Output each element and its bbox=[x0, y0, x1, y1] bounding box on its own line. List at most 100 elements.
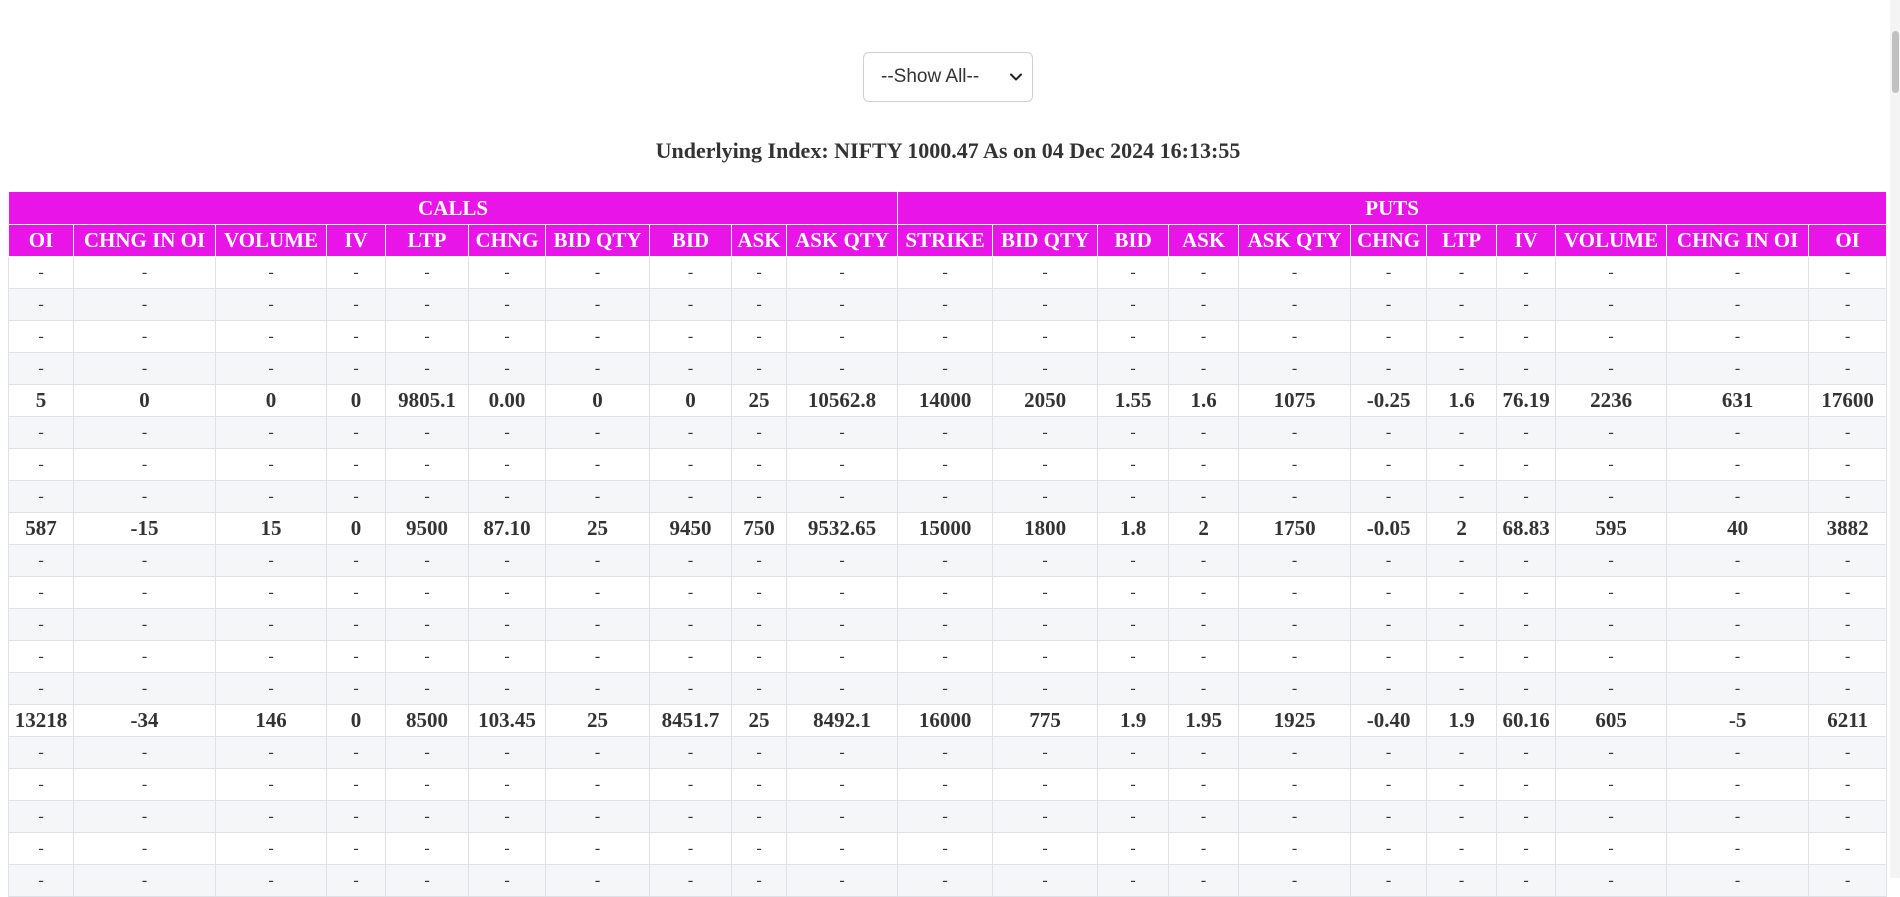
table-cell: - bbox=[1496, 736, 1557, 769]
table-cell: - bbox=[731, 256, 787, 289]
table-cell: - bbox=[1496, 768, 1557, 801]
chevron-down-icon bbox=[1010, 73, 1022, 81]
table-cell: - bbox=[992, 576, 1099, 609]
table-cell: - bbox=[731, 576, 787, 609]
table-cell: - bbox=[785, 864, 899, 897]
table-cell: - bbox=[1350, 800, 1428, 833]
table-cell: - bbox=[326, 832, 386, 865]
table-cell: - bbox=[1808, 736, 1888, 769]
table-cell: - bbox=[731, 544, 787, 577]
table-cell: - bbox=[385, 256, 469, 289]
table-cell: - bbox=[8, 352, 74, 385]
table-cell: - bbox=[73, 288, 216, 321]
table-cell: - bbox=[785, 256, 899, 289]
table-cell: - bbox=[1666, 672, 1810, 705]
table-cell: - bbox=[545, 832, 650, 865]
table-cell: - bbox=[731, 736, 787, 769]
column-header: CHNG bbox=[468, 224, 546, 257]
table-cell: - bbox=[1168, 736, 1240, 769]
table-cell: - bbox=[468, 448, 546, 481]
table-row: --------------------- bbox=[8, 608, 1888, 641]
table-cell: -0.40 bbox=[1350, 704, 1428, 737]
table-cell: - bbox=[215, 832, 327, 865]
table-cell: - bbox=[992, 768, 1099, 801]
table-cell: 9532.65 bbox=[785, 512, 899, 545]
table-cell: - bbox=[545, 288, 650, 321]
table-cell: - bbox=[385, 576, 469, 609]
table-cell: - bbox=[1666, 800, 1810, 833]
table-cell: - bbox=[1097, 416, 1170, 449]
table-cell: - bbox=[649, 288, 732, 321]
calls-group-header: CALLS bbox=[7, 191, 899, 225]
table-cell: - bbox=[326, 672, 386, 705]
table-cell: - bbox=[73, 320, 216, 353]
table-cell: - bbox=[1426, 768, 1498, 801]
table-cell: - bbox=[1496, 352, 1557, 385]
table-cell: - bbox=[785, 832, 899, 865]
table-cell: - bbox=[1555, 288, 1668, 321]
table-cell: - bbox=[1808, 768, 1888, 801]
table-cell: - bbox=[73, 640, 216, 673]
table-cell: - bbox=[385, 352, 469, 385]
table-cell: 0 bbox=[545, 384, 650, 417]
table-cell: - bbox=[73, 608, 216, 641]
table-cell: - bbox=[785, 320, 899, 353]
table-cell: - bbox=[992, 832, 1099, 865]
table-cell: 13218 bbox=[8, 704, 74, 737]
table-cell: - bbox=[385, 416, 469, 449]
table-row: --------------------- bbox=[8, 544, 1888, 577]
table-cell: - bbox=[8, 576, 74, 609]
table-cell: 15000 bbox=[897, 512, 994, 545]
table-cell: - bbox=[215, 672, 327, 705]
table-cell: - bbox=[1238, 480, 1352, 513]
vertical-scrollbar[interactable] bbox=[1890, 0, 1900, 878]
table-cell: 17600 bbox=[1808, 384, 1888, 417]
table-cell: - bbox=[785, 672, 899, 705]
table-cell: - bbox=[1097, 256, 1170, 289]
table-row: --------------------- bbox=[8, 800, 1888, 833]
table-cell: - bbox=[731, 864, 787, 897]
table-row: 587 -15 15 0 9500 87.10 25 9450 750 9532.65 15000 1… bbox=[8, 512, 1888, 545]
table-cell: - bbox=[545, 672, 650, 705]
strike-filter-select[interactable]: --Show All-- bbox=[863, 52, 1033, 102]
table-row: --------------------- bbox=[8, 320, 1888, 353]
table-cell: - bbox=[1238, 800, 1352, 833]
table-cell: - bbox=[468, 416, 546, 449]
table-cell: - bbox=[1350, 416, 1428, 449]
table-cell: 9500 bbox=[385, 512, 469, 545]
table-cell: -15 bbox=[73, 512, 216, 545]
column-header: BID QTY bbox=[992, 224, 1099, 257]
table-cell: - bbox=[1168, 416, 1240, 449]
table-cell: - bbox=[326, 256, 386, 289]
table-cell: 0 bbox=[215, 384, 327, 417]
table-cell: - bbox=[1426, 800, 1498, 833]
table-cell: - bbox=[1496, 320, 1557, 353]
table-cell: - bbox=[1808, 608, 1888, 641]
table-cell: - bbox=[785, 608, 899, 641]
table-cell: 1.6 bbox=[1426, 384, 1498, 417]
table-cell: - bbox=[731, 480, 787, 513]
column-header: BID bbox=[1097, 224, 1170, 257]
filter-selected-value: --Show All-- bbox=[881, 66, 980, 87]
table-cell: 2 bbox=[1168, 512, 1240, 545]
table-cell: - bbox=[992, 736, 1099, 769]
table-cell: - bbox=[468, 832, 546, 865]
table-cell: - bbox=[1168, 672, 1240, 705]
scrollbar-thumb[interactable] bbox=[1892, 31, 1899, 93]
table-cell: - bbox=[385, 768, 469, 801]
table-cell: - bbox=[326, 864, 386, 897]
table-cell: - bbox=[1555, 768, 1668, 801]
table-row: --------------------- bbox=[8, 640, 1888, 673]
table-cell: - bbox=[1238, 448, 1352, 481]
column-header: LTP bbox=[385, 224, 469, 257]
table-cell: - bbox=[326, 480, 386, 513]
table-cell: 14000 bbox=[897, 384, 994, 417]
table-cell: - bbox=[897, 608, 994, 641]
table-cell: - bbox=[385, 736, 469, 769]
table-cell: - bbox=[785, 576, 899, 609]
table-cell: - bbox=[385, 288, 469, 321]
table-cell: - bbox=[385, 672, 469, 705]
table-cell: - bbox=[1808, 256, 1888, 289]
table-cell: 1.6 bbox=[1168, 384, 1240, 417]
table-cell: - bbox=[785, 480, 899, 513]
